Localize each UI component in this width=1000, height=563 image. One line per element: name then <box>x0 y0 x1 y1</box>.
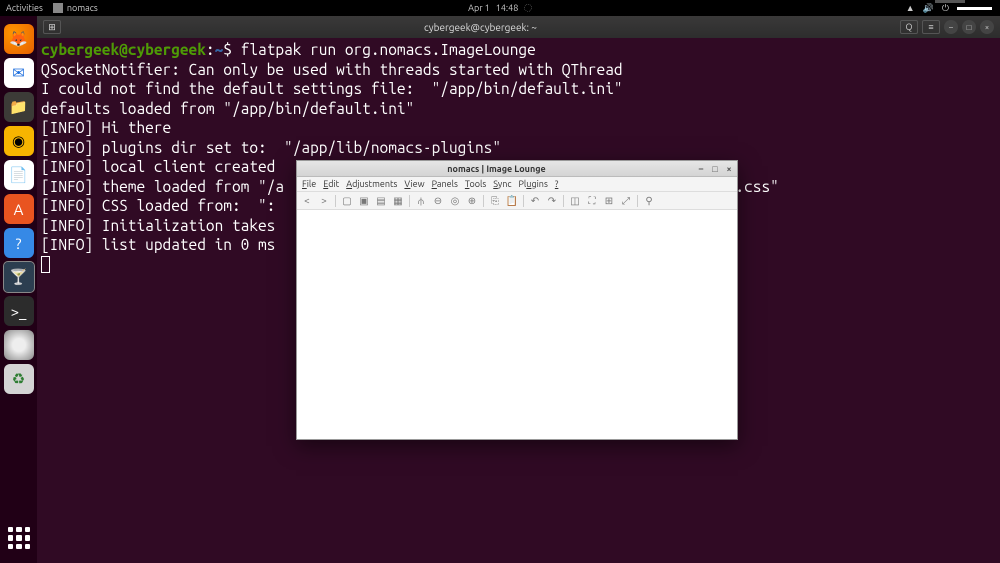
open-icon[interactable]: ▢ <box>341 195 353 207</box>
nomacs-window[interactable]: nomacs | Image Lounge – □ × File Edit Ad… <box>296 160 738 440</box>
nomacs-canvas[interactable] <box>297 210 737 439</box>
command: flatpak run org.nomacs.ImageLounge <box>241 41 536 58</box>
filter-icon[interactable]: ⫛ <box>415 195 427 207</box>
term-line: [INFO] local client created <box>41 158 275 175</box>
separator <box>637 195 638 207</box>
maximize-button[interactable]: □ <box>962 20 976 34</box>
power-icon: ⏻ <box>942 3 949 14</box>
save-icon[interactable]: ▤ <box>375 195 387 207</box>
launcher-dock: 🦊 ✉ 📁 ◉ 📄 A ? 🍸 >_ ♻ <box>0 16 37 563</box>
grid-icon[interactable]: ⊞ <box>603 195 615 207</box>
zoom-out-icon[interactable]: ⊖ <box>432 195 444 207</box>
minimize-button[interactable]: – <box>944 20 958 34</box>
running-app-indicator[interactable]: nomacs <box>53 3 98 13</box>
prompt-user: cybergeek@cybergeek <box>41 41 206 58</box>
redo-icon[interactable]: ↷ <box>546 195 558 207</box>
copy-icon[interactable]: ⎘ <box>489 195 501 207</box>
separator <box>409 195 410 207</box>
nomacs-titlebar[interactable]: nomacs | Image Lounge – □ × <box>297 161 737 177</box>
minimize-icon[interactable]: – <box>696 164 706 174</box>
pan-icon[interactable]: ⤢ <box>620 195 632 207</box>
app-icon <box>53 3 63 13</box>
system-menu[interactable]: ▲ 🔊 ⏻ <box>906 3 1000 14</box>
menu-edit[interactable]: Edit <box>323 179 339 189</box>
dock-firefox[interactable]: 🦊 <box>4 24 34 54</box>
network-icon: ▲ <box>906 3 915 13</box>
new-tab-button[interactable]: ⊞ <box>43 20 61 34</box>
dock-terminal[interactable]: >_ <box>4 296 34 326</box>
menu-file[interactable]: File <box>302 179 316 189</box>
dock-disc[interactable] <box>4 330 34 360</box>
zoom-100-icon[interactable]: ◎ <box>449 195 461 207</box>
search-button[interactable]: Q <box>900 20 918 34</box>
time: 14:48 <box>496 3 519 13</box>
separator <box>483 195 484 207</box>
term-line: [INFO] plugins dir set to: "/app/lib/nom… <box>41 139 501 156</box>
separator <box>563 195 564 207</box>
menu-button[interactable]: ≡ <box>922 20 940 34</box>
close-button[interactable]: × <box>980 20 994 34</box>
close-icon[interactable]: × <box>724 164 734 174</box>
movie-icon[interactable]: ▦ <box>392 195 404 207</box>
menu-adjustments[interactable]: Adjustments <box>346 179 397 189</box>
term-line: [INFO] Initialization takes <box>41 217 275 234</box>
app-name: nomacs <box>67 3 98 13</box>
nomacs-title: nomacs | Image Lounge <box>297 164 696 174</box>
separator <box>523 195 524 207</box>
dock-rhythmbox[interactable]: ◉ <box>4 126 34 156</box>
maximize-icon[interactable]: □ <box>710 164 720 174</box>
prompt-path: ~ <box>215 41 224 58</box>
terminal-titlebar[interactable]: ⊞ cybergeek@cybergeek: ~ Q ≡ – □ × <box>37 16 1000 38</box>
dock-libreoffice[interactable]: 📄 <box>4 160 34 190</box>
next-icon[interactable]: > <box>318 195 330 207</box>
menu-panels[interactable]: Panels <box>432 179 458 189</box>
term-line: defaults loaded from "/app/bin/default.i… <box>41 100 414 117</box>
gps-icon[interactable]: ⚲ <box>643 195 655 207</box>
activities-button[interactable]: Activities <box>6 3 43 13</box>
crop-icon[interactable]: ◫ <box>569 195 581 207</box>
gnome-topbar: Activities nomacs Apr 1 14:48 ◌ ▲ 🔊 ⏻ <box>0 0 1000 16</box>
show-apps-button[interactable] <box>4 523 34 553</box>
nomacs-toolbar: < > ▢ ▣ ▤ ▦ ⫛ ⊖ ◎ ⊕ ⎘ 📋 ↶ ↷ ◫ ⛶ ⊞ ⤢ ⚲ <box>297 192 737 210</box>
term-line: I could not find the default settings fi… <box>41 80 623 97</box>
term-line: [INFO] CSS loaded from: ": <box>41 197 275 214</box>
date: Apr 1 <box>468 3 490 13</box>
dock-files[interactable]: 📁 <box>4 92 34 122</box>
term-line: [INFO] Hi there <box>41 119 171 136</box>
term-line: QSocketNotifier: Can only be used with t… <box>41 61 623 78</box>
zoom-in-icon[interactable]: ⊕ <box>466 195 478 207</box>
notification-icon: ◌ <box>524 3 532 13</box>
menu-view[interactable]: View <box>404 179 424 189</box>
menu-sync[interactable]: Sync <box>493 179 511 189</box>
term-line: [INFO] list updated in 0 ms <box>41 236 275 253</box>
dock-software[interactable]: A <box>4 194 34 224</box>
prev-icon[interactable]: < <box>301 195 313 207</box>
undo-icon[interactable]: ↶ <box>529 195 541 207</box>
menu-tools[interactable]: Tools <box>465 179 486 189</box>
volume-icon: 🔊 <box>923 3 934 14</box>
fullscreen-icon[interactable]: ⛶ <box>586 195 598 207</box>
indicator-strip <box>957 7 992 10</box>
separator <box>335 195 336 207</box>
dock-nomacs[interactable]: 🍸 <box>4 262 34 292</box>
dock-thunderbird[interactable]: ✉ <box>4 58 34 88</box>
menu-help[interactable]: ? <box>555 179 559 189</box>
clock[interactable]: Apr 1 14:48 ◌ <box>468 3 532 13</box>
paste-icon[interactable]: 📋 <box>506 195 518 207</box>
terminal-title: cybergeek@cybergeek: ~ <box>61 22 900 33</box>
menu-plugins[interactable]: Plugins <box>519 179 548 189</box>
topbar-decoration <box>935 0 965 3</box>
dock-trash[interactable]: ♻ <box>4 364 34 394</box>
dock-help[interactable]: ? <box>4 228 34 258</box>
open-dir-icon[interactable]: ▣ <box>358 195 370 207</box>
nomacs-menubar: File Edit Adjustments View Panels Tools … <box>297 177 737 192</box>
cursor <box>41 256 50 273</box>
